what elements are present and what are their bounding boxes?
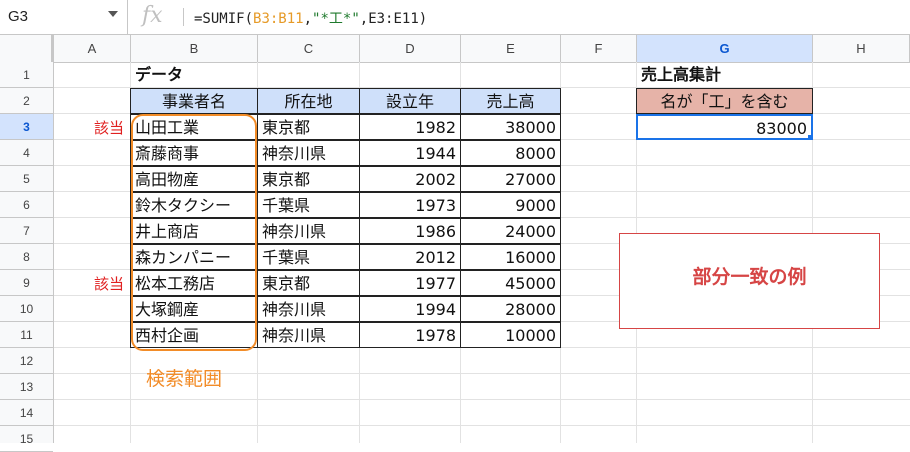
cell-sales[interactable]: 27000 bbox=[460, 166, 561, 192]
summary-value: 83000 bbox=[756, 119, 807, 138]
row-header-9[interactable]: 9 bbox=[0, 270, 53, 296]
formula-criteria: "*工*" bbox=[312, 11, 360, 27]
cell-sales[interactable]: 28000 bbox=[460, 296, 561, 322]
match-mark: 該当 bbox=[94, 119, 125, 137]
summary-title[interactable]: 売上高集計 bbox=[641, 62, 811, 88]
column-header-f[interactable]: F bbox=[561, 35, 637, 62]
formula-suffix: ) bbox=[418, 11, 428, 27]
search-range-outline bbox=[131, 114, 257, 351]
table-header-name[interactable]: 事業者名 bbox=[130, 88, 258, 114]
formula-input[interactable]: =SUMIF(B3:B11,"*工*",E3:E11) bbox=[194, 8, 427, 28]
cell-sales[interactable]: 8000 bbox=[460, 140, 561, 166]
row-header-8[interactable]: 8 bbox=[0, 244, 53, 270]
cell-year[interactable]: 1944 bbox=[359, 140, 461, 166]
formula-sum-range-ref: E3:E11 bbox=[368, 11, 419, 27]
partial-match-callout: 部分一致の例 bbox=[619, 233, 880, 329]
row-header-bar: 1 2 3 4 5 6 7 8 9 10 11 12 13 14 15 bbox=[0, 62, 54, 452]
row-header-15[interactable]: 15 bbox=[0, 426, 53, 452]
cell-year[interactable]: 1986 bbox=[359, 218, 461, 244]
column-header-b[interactable]: B bbox=[131, 35, 258, 62]
column-header-a[interactable]: A bbox=[54, 35, 131, 62]
column-header-c[interactable]: C bbox=[258, 35, 360, 62]
column-header-bar: A B C D E F G H bbox=[0, 35, 910, 63]
cell-location[interactable]: 千葉県 bbox=[257, 244, 360, 270]
row-header-7[interactable]: 7 bbox=[0, 218, 53, 244]
cell-sales[interactable]: 38000 bbox=[460, 114, 561, 140]
cell-sales[interactable]: 16000 bbox=[460, 244, 561, 270]
cell-location[interactable]: 東京都 bbox=[257, 114, 360, 140]
row-header-14[interactable]: 14 bbox=[0, 400, 53, 426]
cell-sales[interactable]: 45000 bbox=[460, 270, 561, 296]
column-header-h[interactable]: H bbox=[813, 35, 910, 62]
cell-year[interactable]: 2002 bbox=[359, 166, 461, 192]
sheet-grid[interactable]: データ 事業者名 所在地 設立年 売上高 山田工業 東京都 1982 38000… bbox=[54, 62, 910, 443]
cell-year[interactable]: 1982 bbox=[359, 114, 461, 140]
row-header-2[interactable]: 2 bbox=[0, 88, 53, 114]
cell-year[interactable]: 1978 bbox=[359, 322, 461, 348]
name-box[interactable]: G3 bbox=[0, 0, 128, 34]
cell-location[interactable]: 神奈川県 bbox=[257, 218, 360, 244]
row-header-5[interactable]: 5 bbox=[0, 166, 53, 192]
formula-divider bbox=[183, 8, 184, 26]
column-header-d[interactable]: D bbox=[360, 35, 461, 62]
cell-sales[interactable]: 9000 bbox=[460, 192, 561, 218]
row-header-12[interactable]: 12 bbox=[0, 348, 53, 374]
formula-range-ref: B3:B11 bbox=[253, 11, 304, 27]
table-header-sales[interactable]: 売上高 bbox=[460, 88, 561, 114]
partial-match-label: 部分一致の例 bbox=[692, 266, 807, 288]
name-box-value: G3 bbox=[8, 8, 29, 25]
column-header-g[interactable]: G bbox=[637, 35, 813, 62]
row-header-4[interactable]: 4 bbox=[0, 140, 53, 166]
formula-bar: G3 fx =SUMIF(B3:B11,"*工*",E3:E11) bbox=[0, 0, 910, 35]
cell-year[interactable]: 2012 bbox=[359, 244, 461, 270]
cell-location[interactable]: 神奈川県 bbox=[257, 296, 360, 322]
row-header-1[interactable]: 1 bbox=[0, 62, 53, 88]
chevron-down-icon[interactable] bbox=[108, 11, 118, 17]
cell-year[interactable]: 1977 bbox=[359, 270, 461, 296]
cell-sales[interactable]: 24000 bbox=[460, 218, 561, 244]
summary-header[interactable]: 名が「工」を含む bbox=[636, 88, 813, 114]
cell-location[interactable]: 千葉県 bbox=[257, 192, 360, 218]
cell-location[interactable]: 東京都 bbox=[257, 166, 360, 192]
data-title[interactable]: データ bbox=[135, 62, 255, 88]
table-header-location[interactable]: 所在地 bbox=[257, 88, 360, 114]
active-cell-g3[interactable]: 83000 bbox=[636, 114, 813, 140]
column-header-e[interactable]: E bbox=[461, 35, 561, 62]
formula-sep: , bbox=[303, 11, 313, 27]
cell-location[interactable]: 東京都 bbox=[257, 270, 360, 296]
cell-year[interactable]: 1994 bbox=[359, 296, 461, 322]
cell-location[interactable]: 神奈川県 bbox=[257, 322, 360, 348]
row-header-3[interactable]: 3 bbox=[0, 114, 53, 140]
match-mark: 該当 bbox=[94, 275, 125, 293]
row-header-13[interactable]: 13 bbox=[0, 374, 53, 400]
fill-handle[interactable] bbox=[807, 134, 811, 138]
formula-sep: , bbox=[359, 11, 369, 27]
cell-year[interactable]: 1973 bbox=[359, 192, 461, 218]
table-header-year[interactable]: 設立年 bbox=[359, 88, 461, 114]
row-header-11[interactable]: 11 bbox=[0, 322, 53, 348]
search-range-label: 検索範囲 bbox=[146, 368, 223, 390]
select-all-corner[interactable] bbox=[0, 35, 54, 62]
row-header-10[interactable]: 10 bbox=[0, 296, 53, 322]
cell-sales[interactable]: 10000 bbox=[460, 322, 561, 348]
function-icon: fx bbox=[142, 3, 163, 28]
row-header-6[interactable]: 6 bbox=[0, 192, 53, 218]
cell-location[interactable]: 神奈川県 bbox=[257, 140, 360, 166]
formula-prefix: =SUMIF( bbox=[194, 11, 254, 27]
